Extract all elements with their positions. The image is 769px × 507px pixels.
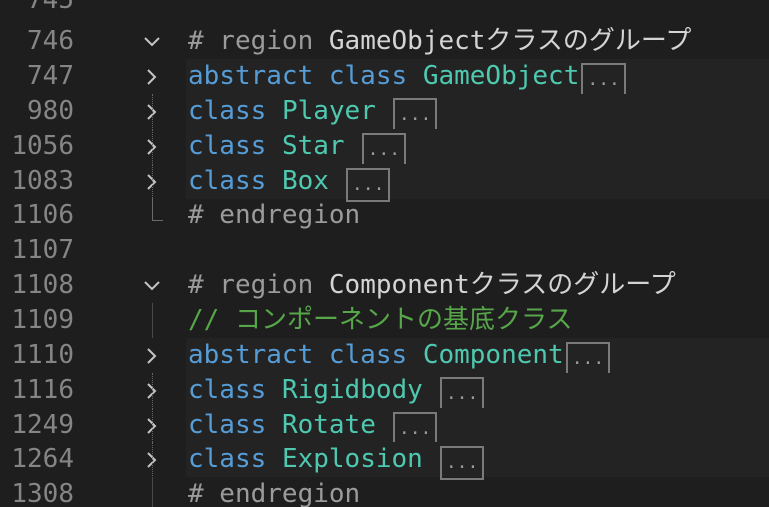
region-start: # region Componentクラスのグループ bbox=[188, 268, 676, 303]
region-directive: # endregion bbox=[188, 479, 361, 507]
expand-chevron-icon[interactable] bbox=[142, 346, 162, 366]
class-name: Explosion bbox=[281, 444, 423, 474]
comment: // コンポーネントの基底クラス bbox=[188, 305, 573, 335]
collapsed-block-button[interactable]: ... bbox=[392, 97, 438, 132]
fold-guide bbox=[152, 303, 153, 338]
fold-guide bbox=[152, 129, 153, 163]
collapse-chevron-icon[interactable] bbox=[142, 32, 162, 52]
class-declaration: class Box... bbox=[188, 164, 391, 202]
region-end: # endregion bbox=[188, 477, 360, 507]
code-line: 1106 # endregion bbox=[0, 198, 769, 233]
keyword: class bbox=[188, 444, 267, 474]
keyword: class bbox=[188, 375, 267, 405]
fold-guide bbox=[152, 442, 153, 476]
keyword: class bbox=[188, 166, 267, 196]
fold-guide bbox=[152, 164, 153, 198]
class-declaration: abstract class GameObject... bbox=[188, 59, 626, 97]
code-line: 745 bbox=[0, 0, 769, 18]
region-name: GameObjectクラスのグループ bbox=[328, 26, 692, 56]
code-line: 1116 class Rigidbody... bbox=[0, 373, 769, 411]
collapsed-block-button[interactable]: ... bbox=[565, 341, 611, 376]
line-number: 1109 bbox=[11, 305, 74, 335]
fold-guide bbox=[152, 94, 153, 128]
fold-guide bbox=[152, 477, 153, 507]
line-number: 1249 bbox=[11, 410, 74, 440]
class-declaration: class Rotate... bbox=[188, 408, 438, 446]
class-name: Rotate bbox=[281, 410, 376, 440]
code-line: 1308 # endregion bbox=[0, 477, 769, 507]
code-line: 980 class Player... bbox=[0, 94, 769, 132]
keyword: class bbox=[188, 96, 267, 126]
class-name: Player bbox=[281, 96, 376, 126]
line-number: 1106 bbox=[11, 200, 74, 230]
code-editor[interactable]: 745 746 # region GameObjectクラスのグループ 747 … bbox=[0, 0, 769, 507]
class-name: Component bbox=[422, 340, 564, 370]
collapsed-block-button[interactable]: ... bbox=[581, 62, 626, 97]
region-name: Componentクラスのグループ bbox=[328, 270, 676, 300]
line-number: 1107 bbox=[11, 235, 74, 265]
line-number: 1083 bbox=[11, 166, 74, 196]
region-directive: # region bbox=[188, 26, 314, 56]
class-name: GameObject bbox=[422, 61, 580, 91]
code-line: 1109 // コンポーネントの基底クラス bbox=[0, 303, 769, 338]
keyword: class bbox=[188, 131, 267, 161]
collapsed-block-button[interactable]: ... bbox=[439, 445, 485, 480]
class-declaration: abstract class Component... bbox=[188, 338, 611, 376]
collapsed-block-button[interactable]: ... bbox=[345, 167, 391, 202]
keyword: class bbox=[188, 410, 267, 440]
line-number: 1056 bbox=[11, 131, 74, 161]
fold-guide-end bbox=[152, 198, 163, 221]
code-line: 1249 class Rotate... bbox=[0, 408, 769, 446]
code-line: 746 # region GameObjectクラスのグループ bbox=[0, 24, 769, 59]
collapsed-block-button[interactable]: ... bbox=[392, 411, 438, 446]
code-line: 1107 bbox=[0, 233, 769, 268]
line-number: 1264 bbox=[11, 444, 74, 474]
keyword: abstract class bbox=[188, 340, 408, 370]
line-number: 1108 bbox=[11, 270, 74, 300]
line-number: 1110 bbox=[11, 340, 74, 370]
line-number: 1116 bbox=[11, 375, 74, 405]
class-declaration: class Rigidbody... bbox=[188, 373, 485, 411]
region-end: # endregion bbox=[188, 198, 360, 233]
fold-guide bbox=[152, 408, 153, 442]
class-declaration: class Player... bbox=[188, 94, 438, 132]
line-number: 747 bbox=[27, 61, 74, 91]
line-number: 980 bbox=[27, 96, 74, 126]
fold-guide bbox=[152, 373, 153, 407]
region-directive: # region bbox=[188, 270, 314, 300]
class-name: Box bbox=[281, 166, 329, 196]
collapsed-block-button[interactable]: ... bbox=[439, 376, 485, 411]
code-line: 1083 class Box... bbox=[0, 164, 769, 202]
code-line: 747 abstract class GameObject... bbox=[0, 59, 769, 97]
class-declaration: class Star... bbox=[188, 129, 407, 167]
class-declaration: class Explosion... bbox=[188, 442, 485, 480]
code-line: 1056 class Star... bbox=[0, 129, 769, 167]
code-line: 1108 # region Componentクラスのグループ bbox=[0, 268, 769, 303]
code-line: 1110 abstract class Component... bbox=[0, 338, 769, 376]
class-name: Star bbox=[281, 131, 345, 161]
line-number: 1308 bbox=[11, 479, 74, 507]
keyword: abstract class bbox=[188, 61, 408, 91]
code-line: 1264 class Explosion... bbox=[0, 442, 769, 480]
region-start: # region GameObjectクラスのグループ bbox=[188, 24, 691, 59]
collapsed-block-button[interactable]: ... bbox=[361, 132, 407, 167]
expand-chevron-icon[interactable] bbox=[142, 67, 162, 87]
line-number: 745 bbox=[27, 0, 74, 15]
line-number: 746 bbox=[27, 26, 74, 56]
class-name: Rigidbody bbox=[281, 375, 423, 405]
region-directive: # endregion bbox=[188, 200, 361, 230]
collapse-chevron-icon[interactable] bbox=[142, 276, 162, 296]
